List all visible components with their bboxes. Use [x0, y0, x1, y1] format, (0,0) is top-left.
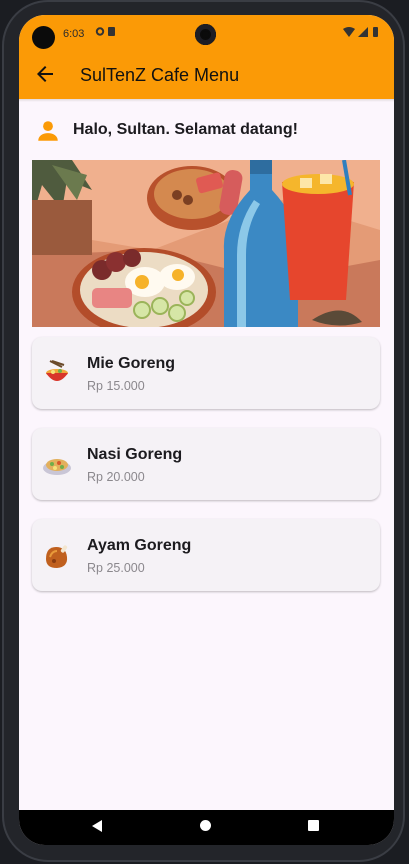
noodle-bowl-icon	[42, 359, 72, 389]
menu-item-name: Mie Goreng	[87, 355, 176, 372]
menu-item-name: Nasi Goreng	[87, 446, 183, 463]
settings-sim-icons	[95, 26, 119, 40]
page-title: SulTenZ Cafe Menu	[80, 65, 240, 85]
menu-item-nasi-goreng[interactable]: Nasi Goreng Rp 20.000	[32, 428, 380, 500]
system-navigation-bar	[19, 810, 394, 845]
fried-chicken-icon	[42, 541, 72, 571]
menu-item-mie-goreng[interactable]: Mie Goreng Rp 15.000	[32, 337, 380, 409]
nav-recent-apps-icon[interactable]	[308, 820, 319, 831]
person-icon	[35, 118, 61, 144]
phone-frame: 6:03 SulTenZ Cafe Menu Halo, Sultan. Sel…	[2, 0, 405, 862]
app-bar-shadow	[19, 99, 394, 102]
app-screen: 6:03 SulTenZ Cafe Menu Halo, Sultan. Sel…	[19, 15, 394, 845]
nav-home-icon[interactable]	[200, 820, 211, 831]
back-arrow-icon[interactable]	[33, 62, 57, 86]
fried-rice-icon	[42, 450, 72, 480]
menu-item-price: Rp 20.000	[87, 470, 145, 484]
menu-item-price: Rp 25.000	[87, 561, 145, 575]
food-banner-image	[32, 160, 380, 327]
status-time: 6:03	[63, 28, 85, 40]
status-bar: 6:03	[19, 15, 394, 51]
menu-item-ayam-goreng[interactable]: Ayam Goreng Rp 25.000	[32, 519, 380, 591]
menu-item-name: Ayam Goreng	[87, 537, 192, 554]
front-camera	[195, 24, 216, 45]
wifi-signal-battery-icons	[342, 26, 382, 41]
menu-item-price: Rp 15.000	[87, 379, 145, 393]
nav-back-icon[interactable]	[90, 819, 104, 838]
camera-dot	[32, 26, 55, 49]
app-bar: SulTenZ Cafe Menu	[19, 51, 394, 99]
greeting-text: Halo, Sultan. Selamat datang!	[73, 121, 298, 138]
